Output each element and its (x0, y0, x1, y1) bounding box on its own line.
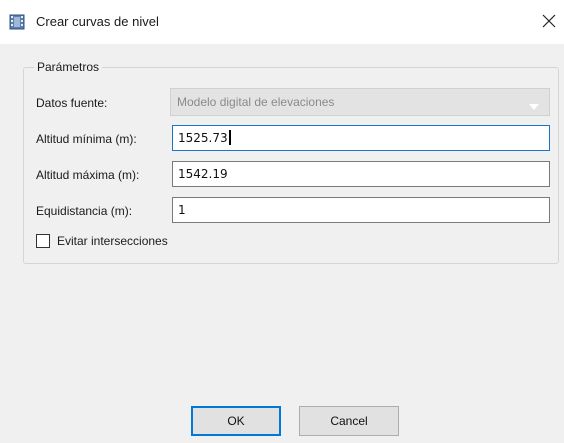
close-button[interactable] (537, 9, 561, 35)
source-select-value: Modelo digital de elevaciones (177, 95, 335, 109)
min-altitude-value: 1525.73 (178, 131, 228, 145)
min-altitude-label: Altitud mínima (m): (36, 132, 137, 146)
max-altitude-value: 1542.19 (178, 167, 228, 181)
equidistance-value: 1 (178, 203, 186, 217)
title-bar: Crear curvas de nivel (0, 0, 564, 44)
window-title: Crear curvas de nivel (36, 14, 159, 29)
chevron-down-icon (529, 99, 539, 110)
avoid-intersections-checkbox[interactable] (36, 234, 50, 248)
max-altitude-label: Altitud máxima (m): (36, 168, 140, 182)
max-altitude-input[interactable]: 1542.19 (172, 161, 550, 187)
film-strip-icon (9, 14, 25, 30)
dialog-body: Parámetros Datos fuente: Modelo digital … (0, 44, 564, 443)
ok-button[interactable]: OK (191, 406, 281, 436)
min-altitude-input[interactable]: 1525.73 (172, 125, 550, 151)
cancel-button[interactable]: Cancel (299, 406, 399, 436)
source-label: Datos fuente: (36, 96, 108, 110)
avoid-intersections-label[interactable]: Evitar intersecciones (57, 233, 168, 249)
source-select[interactable]: Modelo digital de elevaciones (170, 88, 550, 116)
text-caret (228, 130, 231, 145)
group-title: Parámetros (34, 59, 103, 75)
equidistance-input[interactable]: 1 (172, 197, 550, 223)
close-icon (542, 14, 556, 31)
equidistance-label: Equidistancia (m): (36, 204, 133, 218)
